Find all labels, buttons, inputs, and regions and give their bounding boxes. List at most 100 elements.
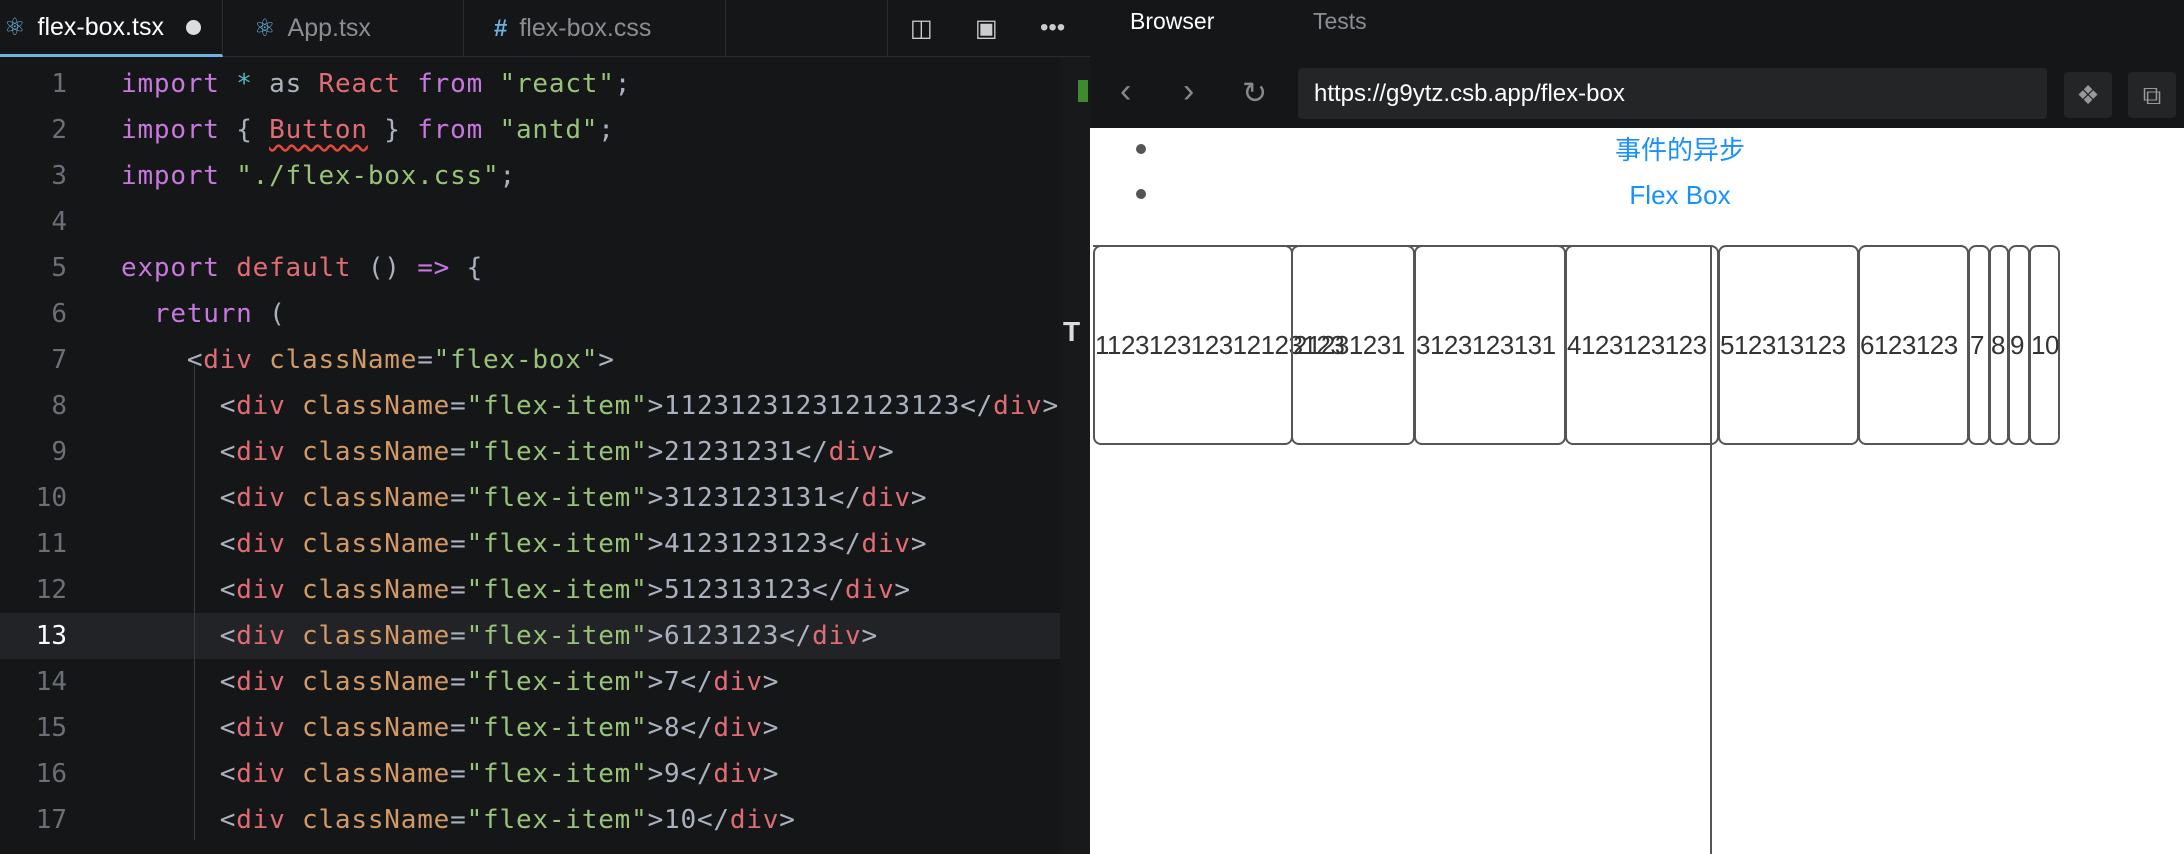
tab-flex-box-css[interactable]: # flex-box.css xyxy=(464,0,726,57)
code-token: >8</ xyxy=(647,713,714,743)
code-line[interactable]: 5 export default () => { xyxy=(0,245,1090,291)
code-line[interactable]: 10 <div className="flex-item">3123123131… xyxy=(0,475,1090,521)
code-line[interactable]: 3 import "./flex-box.css"; xyxy=(0,153,1090,199)
code-line[interactable]: 1 import * as React from "react"; xyxy=(0,61,1090,107)
flex-item: 7 xyxy=(1968,245,1990,445)
code-token: div xyxy=(729,805,780,835)
code-text: <div className="flex-item">512313123</di… xyxy=(121,567,911,613)
code-line[interactable]: 15 <div className="flex-item">8</div> xyxy=(0,705,1090,751)
flex-item: 512313123 xyxy=(1718,245,1859,445)
tab-flex-box-tsx[interactable]: ⚛ flex-box.tsx xyxy=(0,0,223,57)
code-token: >112312312312123123</ xyxy=(647,391,994,421)
line-number: 11 xyxy=(35,529,67,559)
url-input[interactable]: https://g9ytz.csb.app/flex-box xyxy=(1298,68,2047,119)
code-token: div xyxy=(236,667,286,697)
code-token: > xyxy=(1042,391,1059,421)
code-text: <div className="flex-item">7</div> xyxy=(121,659,779,705)
code-token: "flex-item" xyxy=(466,437,648,467)
forward-icon[interactable]: › xyxy=(1183,72,1194,111)
flex-item: 6123123 xyxy=(1858,245,1969,445)
code-line[interactable]: 14 <div className="flex-item">7</div> xyxy=(0,659,1090,705)
git-change-marker xyxy=(1078,80,1088,102)
code-text: <div className="flex-item">21231231</div… xyxy=(121,429,894,475)
codesandbox-icon[interactable]: ❖ xyxy=(2064,72,2112,118)
code-token: > xyxy=(894,575,911,605)
code-token: < xyxy=(121,575,237,605)
code-line[interactable]: 9 <div className="flex-item">21231231</d… xyxy=(0,429,1090,475)
code-token: className xyxy=(285,621,451,651)
code-token: "./flex-box.css" xyxy=(219,161,500,191)
code-token: () xyxy=(351,253,418,283)
code-line[interactable]: 17 <div className="flex-item">10</div> xyxy=(0,797,1090,843)
line-number: 7 xyxy=(51,345,67,375)
code-token: className xyxy=(285,667,451,697)
code-line[interactable]: 4 xyxy=(0,199,1090,245)
code-token: > xyxy=(779,805,796,835)
code-token: div xyxy=(713,713,763,743)
flex-item: 4123123123 xyxy=(1565,245,1719,445)
code-token: div xyxy=(236,713,286,743)
code-line[interactable]: 8 <div className="flex-item">11231231231… xyxy=(0,383,1090,429)
code-token: "antd" xyxy=(483,115,599,145)
tab-app-tsx[interactable]: ⚛ App.tsx xyxy=(224,0,464,57)
code-token: React xyxy=(318,69,401,99)
code-token: "flex-item" xyxy=(466,805,648,835)
code-area[interactable]: 1 import * as React from "react"; 2 import … xyxy=(0,61,1090,843)
code-token: default xyxy=(219,253,352,283)
reload-icon[interactable]: ↻ xyxy=(1242,76,1267,111)
code-line[interactable]: 13 <div className="flex-item">6123123</d… xyxy=(0,613,1090,659)
code-text: <div className="flex-item">9</div> xyxy=(121,751,779,797)
code-token: "flex-item" xyxy=(466,667,648,697)
code-line[interactable]: 6 return ( xyxy=(0,291,1090,337)
code-token: > xyxy=(910,483,928,513)
split-editor-icon[interactable]: ◫ xyxy=(910,14,933,43)
code-token: < xyxy=(121,759,237,789)
code-token: div xyxy=(236,483,286,513)
code-token: div xyxy=(812,621,862,651)
code-token: > xyxy=(762,713,780,743)
react-icon: ⚛ xyxy=(4,13,26,41)
code-token: div xyxy=(236,805,286,835)
code-token: < xyxy=(121,345,204,375)
open-new-window-icon[interactable]: ⧉ xyxy=(2128,72,2176,118)
code-token: >9</ xyxy=(647,759,714,789)
code-line[interactable]: 11 <div className="flex-item">4123123123… xyxy=(0,521,1090,567)
code-token: "flex-item" xyxy=(466,575,648,605)
code-token: >7</ xyxy=(647,667,714,697)
code-token: >6123123</ xyxy=(647,621,813,651)
code-token: < xyxy=(121,483,237,513)
code-token: > xyxy=(762,667,780,697)
tab-browser[interactable]: Browser xyxy=(1130,8,1214,35)
code-text: import "./flex-box.css"; xyxy=(121,153,516,199)
back-icon[interactable]: ‹ xyxy=(1120,72,1131,111)
code-token: >21231231</ xyxy=(647,437,829,467)
line-number: 3 xyxy=(51,161,67,191)
react-icon: ⚛ xyxy=(254,15,276,42)
code-editor[interactable]: ⚛ flex-box.tsx ⚛ App.tsx # flex-box.css … xyxy=(0,0,1090,854)
line-number: 17 xyxy=(35,805,67,835)
code-line[interactable]: 2 import { Button } from "antd"; xyxy=(0,107,1090,153)
code-token: div xyxy=(236,759,286,789)
code-token: "flex-item" xyxy=(466,391,648,421)
code-line[interactable]: 16 <div className="flex-item">9</div> xyxy=(0,751,1090,797)
more-icon[interactable]: ••• xyxy=(1040,14,1065,42)
code-token: className xyxy=(252,345,418,375)
code-token: > xyxy=(598,345,615,375)
code-token: ; xyxy=(499,161,516,191)
link-event-async[interactable]: 事件的异步 xyxy=(1090,130,2184,170)
preview-icon[interactable]: ▣ xyxy=(975,14,998,43)
list-item: Flex Box xyxy=(1090,175,2184,215)
code-token: >3123123131</ xyxy=(647,483,862,513)
link-flex-box[interactable]: Flex Box xyxy=(1090,175,2184,215)
code-line[interactable]: 7 <div className="flex-box"> xyxy=(0,337,1090,383)
line-number: 14 xyxy=(35,667,67,697)
code-line[interactable]: 12 <div className="flex-item">512313123<… xyxy=(0,567,1090,613)
unsaved-dot-icon[interactable] xyxy=(185,19,201,35)
tab-tests[interactable]: Tests xyxy=(1313,8,1367,35)
flex-item: 10 xyxy=(2029,245,2060,445)
code-token: = xyxy=(450,483,467,513)
code-token: "flex-box" xyxy=(433,345,599,375)
editor-scrollbar[interactable] xyxy=(1060,57,1090,854)
code-token: > xyxy=(762,759,780,789)
code-token: { xyxy=(219,115,270,145)
